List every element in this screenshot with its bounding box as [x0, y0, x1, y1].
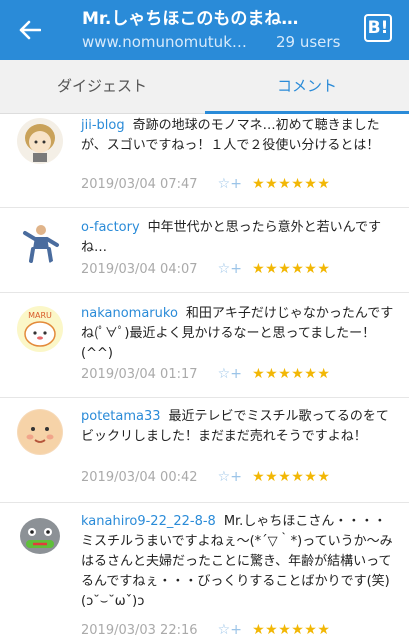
comment-text: kanahiro9-22_22-8-8 Mr.しゃちほこさん・・・・ミスチルうまい… [81, 512, 395, 612]
star-rating[interactable]: ★★★★★★ [252, 261, 330, 277]
user-avatar-icon [20, 518, 60, 554]
avatar[interactable] [17, 514, 63, 560]
star-rating[interactable]: ★★★★★★ [252, 176, 330, 192]
list-item[interactable]: jii-blog 奇跡の地球のモノマネ…初めて聴きましたが、スゴいですねっ！１人で… [0, 114, 409, 208]
back-button[interactable] [14, 14, 46, 46]
bookmark-user-count[interactable]: 29 users [276, 33, 340, 51]
list-item[interactable]: kanahiro9-22_22-8-8 Mr.しゃちほこさん・・・・ミスチルうまい… [0, 504, 409, 640]
user-avatar-icon [25, 124, 55, 162]
arrow-left-icon [19, 20, 41, 40]
page-url[interactable]: www.nomunomutuk… [82, 33, 262, 51]
list-item[interactable]: o-factory 中年世代かと思ったら意外と若いんですね… 2019/03/04… [0, 209, 409, 293]
comment-list[interactable]: jii-blog 奇跡の地球のモノマネ…初めて聴きましたが、スゴいですねっ！１人で… [0, 114, 409, 640]
comment-date: 2019/03/04 00:42 [81, 470, 198, 485]
user-avatar-icon [18, 410, 62, 454]
user-avatar-icon [23, 225, 59, 263]
comment-date: 2019/03/04 07:47 [81, 177, 198, 192]
user-avatar-icon: MARU [24, 311, 56, 347]
list-item[interactable]: MARU nakanomaruko 和田アキ子だけじゃなかったんですね(ﾟ∀ﾟ)最… [0, 294, 409, 398]
comment-meta: 2019/03/03 22:16 ☆+ ★★★★★★ [81, 622, 330, 640]
comment-meta: 2019/03/04 04:07 ☆+ ★★★★★★ [81, 261, 330, 281]
comment-text: jii-blog 奇跡の地球のモノマネ…初めて聴きましたが、スゴいですねっ！１人で… [81, 116, 395, 156]
star-rating[interactable]: ★★★★★★ [252, 469, 330, 485]
comment-username[interactable]: o-factory [81, 220, 140, 235]
comment-content: 奇跡の地球のモノマネ…初めて聴きましたが、スゴいですねっ！１人で２役使い分けると… [81, 118, 380, 153]
avatar[interactable] [17, 219, 63, 265]
comment-date: 2019/03/03 22:16 [81, 623, 198, 638]
avatar[interactable]: MARU [17, 306, 63, 352]
comment-username[interactable]: jii-blog [81, 118, 125, 133]
add-star-icon[interactable]: ☆+ [218, 261, 242, 277]
tab-digest[interactable]: ダイジェスト [0, 60, 204, 114]
comment-date: 2019/03/04 04:07 [81, 262, 198, 277]
app-bar: Mr.しゃちほこのものまね… www.nomunomutuk… 29 users… [0, 0, 409, 60]
avatar[interactable] [17, 409, 63, 455]
comment-text: o-factory 中年世代かと思ったら意外と若いんですね… [81, 218, 395, 258]
tab-comment[interactable]: コメント [205, 60, 409, 114]
comment-meta: 2019/03/04 07:47 ☆+ ★★★★★★ [81, 176, 330, 196]
comment-date: 2019/03/04 01:17 [81, 367, 198, 382]
add-star-icon[interactable]: ☆+ [218, 469, 242, 485]
page-title: Mr.しゃちほこのものまね… [82, 9, 299, 29]
comment-username[interactable]: potetama33 [81, 409, 161, 424]
comment-meta: 2019/03/04 01:17 ☆+ ★★★★★★ [81, 366, 330, 386]
svg-text:MARU: MARU [28, 311, 52, 320]
add-star-icon[interactable]: ☆+ [218, 176, 242, 192]
list-item[interactable]: potetama33 最近テレビでミスチル歌ってるのをてビックリしました！まだまだ… [0, 399, 409, 503]
comment-username[interactable]: kanahiro9-22_22-8-8 [81, 514, 216, 529]
tab-bar: ダイジェスト コメント [0, 60, 409, 114]
comment-text: nakanomaruko 和田アキ子だけじゃなかったんですね(ﾟ∀ﾟ)最近よく見か… [81, 304, 395, 364]
add-star-icon[interactable]: ☆+ [218, 366, 242, 382]
star-rating[interactable]: ★★★★★★ [252, 366, 330, 382]
comment-text: potetama33 最近テレビでミスチル歌ってるのをてビックリしました！まだまだ… [81, 407, 395, 447]
hatena-bookmark-button[interactable]: B! [364, 14, 392, 42]
star-rating[interactable]: ★★★★★★ [252, 622, 330, 638]
comment-username[interactable]: nakanomaruko [81, 306, 178, 321]
avatar[interactable] [17, 118, 63, 164]
add-star-icon[interactable]: ☆+ [218, 622, 242, 638]
comment-meta: 2019/03/04 00:42 ☆+ ★★★★★★ [81, 469, 330, 489]
